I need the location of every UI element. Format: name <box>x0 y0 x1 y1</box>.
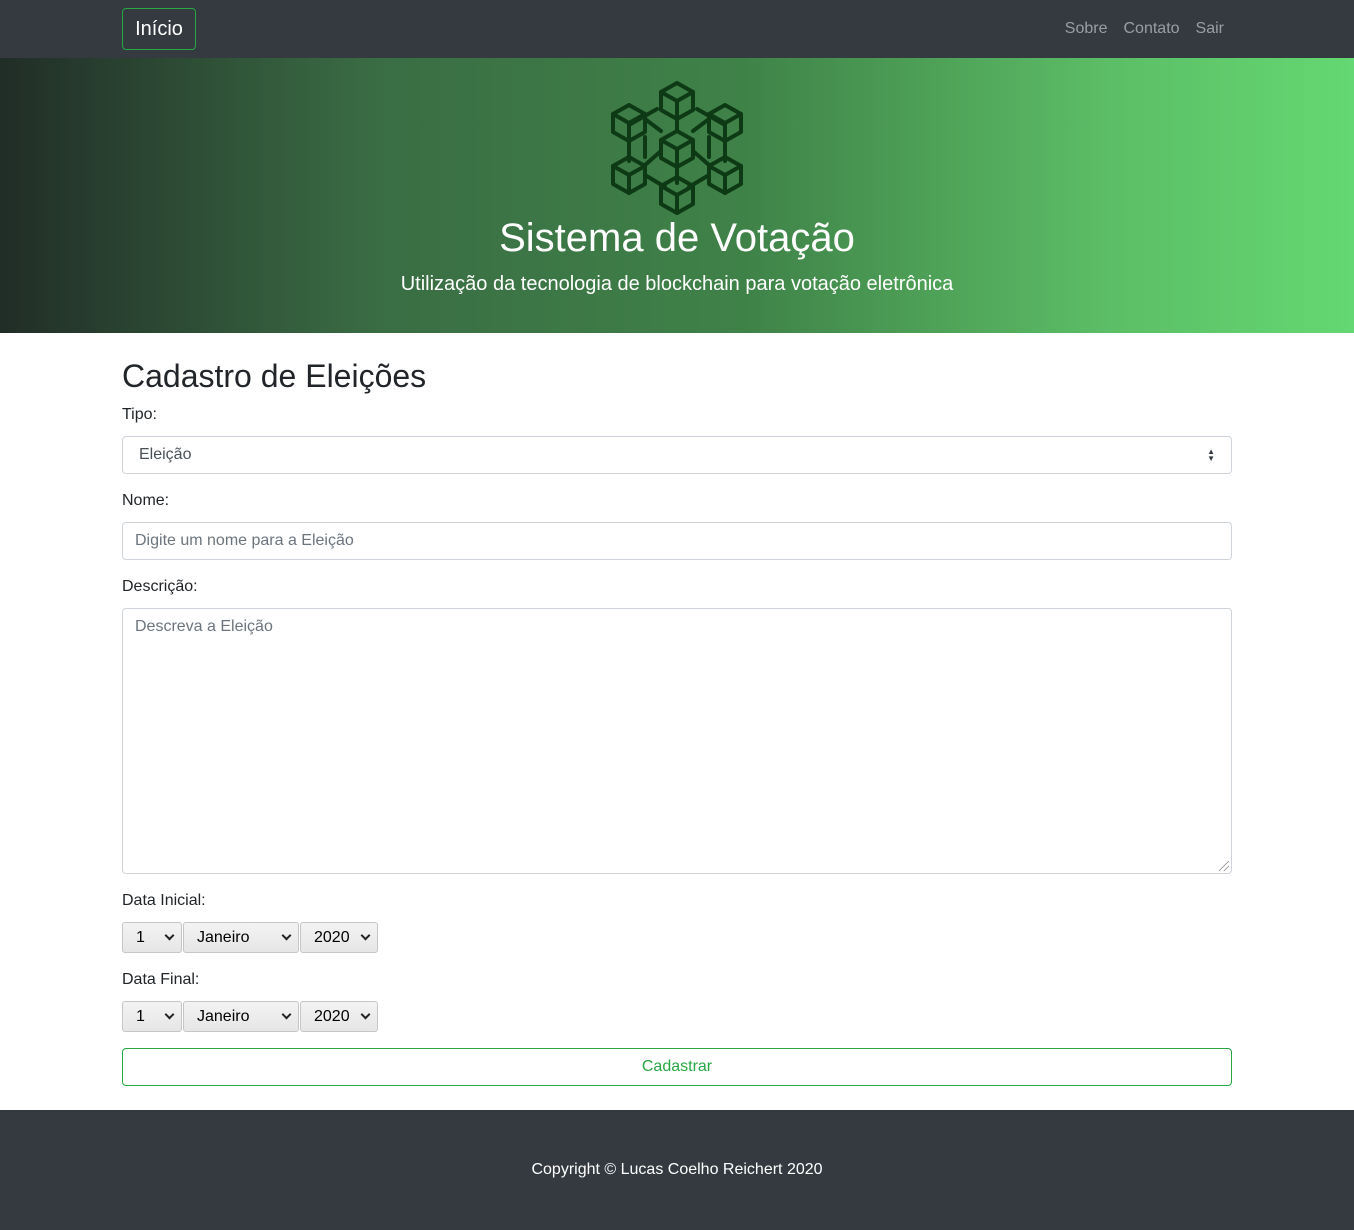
chevron-down-icon <box>360 1009 371 1020</box>
data-inicial-label: Data Inicial: <box>122 892 206 909</box>
footer: Copyright © Lucas Coelho Reichert 2020 <box>0 1110 1354 1230</box>
data-inicial-day-value: 1 <box>136 928 145 946</box>
chevron-down-icon <box>281 1009 292 1020</box>
data-final-day-value: 1 <box>136 1007 145 1025</box>
resize-grip-icon[interactable] <box>1219 861 1229 871</box>
data-inicial-year-value: 2020 <box>314 928 350 946</box>
cube-top <box>659 81 695 121</box>
data-final-day-select[interactable]: 1 <box>122 1001 182 1032</box>
chevron-down-icon <box>164 930 175 941</box>
blockchain-cubes-icon <box>611 81 743 215</box>
data-inicial-month-value: Janeiro <box>197 928 250 946</box>
data-inicial-selects: 1 Janeiro 2020 <box>122 922 378 953</box>
hero-title: Sistema de Votação <box>499 216 855 260</box>
chevron-down-icon <box>360 930 371 941</box>
cube-right-top <box>707 103 743 143</box>
select-updown-icon: ▲ ▼ <box>1207 447 1215 463</box>
nav-links: Sobre Contato Sair <box>1065 18 1224 40</box>
home-brand-button[interactable]: Início <box>122 8 196 50</box>
chevron-down-icon <box>281 930 292 941</box>
descricao-textarea-placeholder: Descreva a Eleição <box>135 618 273 635</box>
nav-link-sobre[interactable]: Sobre <box>1065 18 1108 40</box>
descricao-label: Descrição: <box>122 578 198 595</box>
navbar: Início Sobre Contato Sair <box>0 0 1354 58</box>
data-inicial-year-select[interactable]: 2020 <box>300 922 378 953</box>
data-final-month-select[interactable]: Janeiro <box>183 1001 299 1032</box>
cube-center <box>659 129 695 169</box>
page-title: Cadastro de Eleições <box>122 358 427 394</box>
cube-left-top <box>611 103 647 143</box>
tipo-label: Tipo: <box>122 406 157 423</box>
nome-label: Nome: <box>122 492 170 509</box>
hero-subtitle: Utilização da tecnologia de blockchain p… <box>400 273 954 295</box>
data-final-year-select[interactable]: 2020 <box>300 1001 378 1032</box>
tipo-select-value: Eleição <box>139 446 192 463</box>
hero-banner: Sistema de Votação Utilização da tecnolo… <box>0 58 1354 333</box>
data-inicial-day-select[interactable]: 1 <box>122 922 182 953</box>
nav-link-contato[interactable]: Contato <box>1124 18 1180 40</box>
data-final-year-value: 2020 <box>314 1007 350 1025</box>
data-inicial-month-select[interactable]: Janeiro <box>183 922 299 953</box>
cadastrar-button[interactable]: Cadastrar <box>122 1048 1232 1086</box>
data-final-month-value: Janeiro <box>197 1007 250 1025</box>
nome-input[interactable]: Digite um nome para a Eleição <box>122 522 1232 560</box>
data-final-label: Data Final: <box>122 971 200 988</box>
footer-copyright: Copyright © Lucas Coelho Reichert 2020 <box>531 1161 823 1178</box>
chevron-down-icon <box>164 1009 175 1020</box>
data-final-selects: 1 Janeiro 2020 <box>122 1001 378 1032</box>
nome-input-placeholder: Digite um nome para a Eleição <box>135 532 354 549</box>
nav-link-sair[interactable]: Sair <box>1196 18 1224 40</box>
descricao-textarea[interactable]: Descreva a Eleição <box>122 608 1232 874</box>
tipo-select[interactable]: Eleição ▲ ▼ <box>122 436 1232 474</box>
